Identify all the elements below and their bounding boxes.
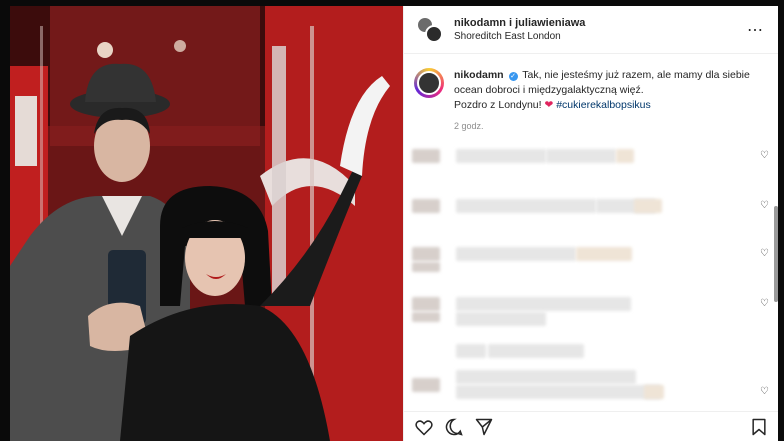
blurred-text: [616, 149, 634, 163]
like-comment-heart-icon[interactable]: ♡: [760, 386, 769, 397]
collab-avatars[interactable]: [416, 15, 444, 44]
more-options-icon[interactable]: ⋯: [747, 20, 764, 40]
caption-username[interactable]: nikodamn: [454, 69, 504, 81]
blurred-text: [576, 247, 632, 261]
header-text: nikodamn i juliawieniawa Shoreditch East…: [454, 16, 747, 44]
verified-badge-icon: ✓: [508, 72, 518, 81]
avatar: [425, 24, 443, 43]
blurred-text: [456, 247, 576, 261]
caption-avatar[interactable]: [414, 68, 444, 98]
share-paper-plane-icon[interactable]: [474, 417, 494, 437]
post-modal: nikodamn i juliawieniawa Shoreditch East…: [10, 6, 778, 441]
comment-item: ♡: [404, 244, 778, 278]
caption-line-3: Pozdro z Londynu!: [454, 99, 542, 111]
post-side-panel: nikodamn i juliawieniawa Shoreditch East…: [403, 6, 778, 441]
like-heart-icon[interactable]: [414, 417, 434, 437]
comment-item: ♡: [404, 196, 778, 230]
caption-line-1: Tak, nie jesteśmy już razem, ale mamy dl…: [522, 69, 750, 81]
blurred-text: [456, 199, 596, 213]
blurred-avatar: [412, 199, 440, 213]
blurred-text: [456, 149, 546, 163]
post-actions-bar: [404, 411, 778, 441]
post-time: 2 godz.: [454, 121, 484, 131]
comments-scrollbar[interactable]: [774, 206, 778, 302]
blurred-text: [488, 344, 584, 358]
blurred-text: [456, 344, 486, 358]
blurred-avatar: [412, 262, 440, 272]
caption-hashtag[interactable]: #cukierekalbopsikus: [556, 99, 651, 111]
avatar: [417, 71, 441, 95]
blurred-text: [456, 297, 631, 311]
blurred-avatar: [412, 378, 440, 392]
like-comment-heart-icon[interactable]: ♡: [760, 200, 769, 211]
heart-emoji-icon: ❤: [544, 99, 554, 111]
caption-body: nikodamn ✓ Tak, nie jesteśmy już razem, …: [454, 68, 750, 134]
like-comment-heart-icon[interactable]: ♡: [760, 150, 769, 161]
post-authors[interactable]: nikodamn i juliawieniawa: [454, 16, 747, 30]
like-comment-heart-icon[interactable]: ♡: [760, 248, 769, 259]
like-comment-heart-icon[interactable]: ♡: [760, 298, 769, 309]
post-header: nikodamn i juliawieniawa Shoreditch East…: [404, 6, 778, 54]
blurred-avatar: [412, 297, 440, 311]
comment-bubble-icon[interactable]: [444, 417, 464, 437]
post-photo[interactable]: [10, 6, 403, 441]
blurred-text: [456, 385, 661, 399]
post-image: [10, 6, 403, 441]
blurred-avatar: [412, 312, 440, 322]
comment-item: ♡: [404, 146, 778, 180]
post-location[interactable]: Shoreditch East London: [454, 30, 747, 44]
comment-item: ♡: [404, 294, 778, 328]
blurred-text: [644, 385, 664, 399]
comment-item: ♡: [404, 370, 778, 404]
post-caption: nikodamn ✓ Tak, nie jesteśmy już razem, …: [404, 54, 778, 134]
blurred-text: [634, 199, 662, 213]
blurred-avatar: [412, 247, 440, 261]
blurred-avatar: [412, 149, 440, 163]
save-bookmark-icon[interactable]: [749, 417, 769, 437]
blurred-text: [456, 312, 546, 326]
blurred-text: [546, 149, 616, 163]
caption-line-2: ocean dobroci i międzygalaktyczną więź.: [454, 84, 644, 96]
blurred-text: [456, 370, 636, 384]
